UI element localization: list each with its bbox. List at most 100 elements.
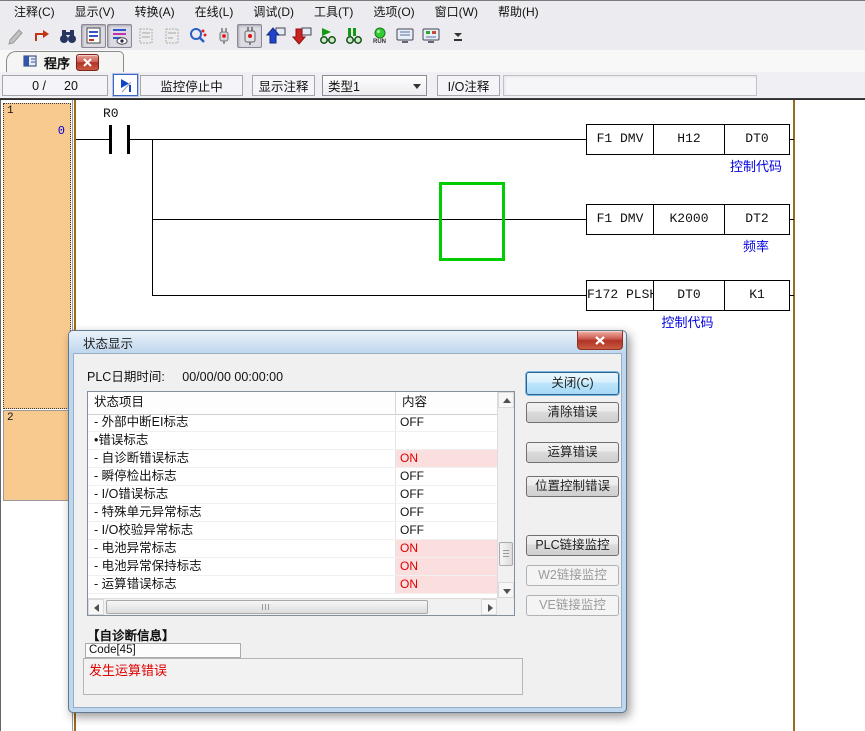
status-toolbar: 0 / 20 监控停止中 显示注释 类型1 I/O注释	[0, 72, 865, 99]
menu-item-1[interactable]: 注释(C)	[4, 1, 65, 22]
instruction-box-dmv-frequency[interactable]: F1 DMVK2000DT2	[586, 204, 790, 235]
status-table-row[interactable]: - 瞬停检出标志OFF	[88, 468, 497, 486]
diagnostic-message-field: 发生运算错误	[83, 658, 523, 695]
status-item-cell: •错误标志	[88, 432, 396, 449]
monitor-run-icon[interactable]	[315, 24, 340, 48]
menu-item-4[interactable]: 在线(L)	[185, 1, 244, 22]
wire	[152, 219, 586, 220]
vertical-scrollbar-thumb[interactable]	[499, 542, 513, 566]
tab-label: 程序	[44, 53, 70, 72]
status-table-row[interactable]: •错误标志	[88, 432, 497, 450]
scroll-right-icon[interactable]	[481, 599, 497, 615]
status-value-cell: OFF	[396, 504, 497, 521]
dialog-title: 状态显示	[83, 333, 133, 352]
status-table-header: 状态项目 内容	[88, 392, 514, 415]
jump-step-icon[interactable]	[29, 24, 54, 48]
close-button[interactable]: 关闭(C)	[526, 372, 619, 395]
horizontal-scrollbar[interactable]	[88, 598, 497, 615]
edit-disabled-icon	[3, 24, 28, 48]
instruction-cell[interactable]: DT2	[724, 205, 789, 234]
instruction-box-plsh[interactable]: F172 PLSHDT0K1	[586, 280, 790, 311]
menu-item-3[interactable]: 转换(A)	[125, 1, 185, 22]
monitor-settings-icon[interactable]	[185, 24, 210, 48]
toolbar-overflow-icon[interactable]	[445, 24, 470, 48]
toolbar: RUN	[0, 22, 865, 50]
horizontal-scrollbar-thumb[interactable]	[106, 600, 428, 614]
comment-type-select[interactable]: 类型1	[322, 75, 427, 96]
grid-disabled-icon-1	[133, 24, 158, 48]
clear-error-button[interactable]: 清除错误	[526, 402, 619, 423]
app-window: 注释(C)显示(V)转换(A)在线(L)调试(D)工具(T)选项(O)窗口(W)…	[0, 0, 865, 731]
online-plug-icon[interactable]	[237, 24, 262, 48]
status-item-cell: - 外部中断EI标志	[88, 414, 396, 431]
find-icon[interactable]	[55, 24, 80, 48]
plc-datetime-label: PLC日期时间:	[87, 370, 165, 384]
offline-plug-icon[interactable]	[211, 24, 236, 48]
tab-program[interactable]: 程序	[6, 51, 124, 72]
menu-item-2[interactable]: 显示(V)	[65, 1, 125, 22]
status-value-cell: OFF	[396, 486, 497, 503]
position-control-error-button[interactable]: 位置控制错误	[526, 476, 619, 497]
upload-from-plc-icon[interactable]	[263, 24, 288, 48]
status-value-cell: ON	[396, 450, 497, 467]
step-total: 20	[64, 79, 78, 93]
status-table-row[interactable]: - I/O错误标志OFF	[88, 486, 497, 504]
instruction-cell[interactable]: F172 PLSH	[587, 281, 653, 310]
menu-item-7[interactable]: 选项(O)	[363, 1, 424, 22]
scroll-up-icon[interactable]	[498, 392, 514, 408]
show-comment-button[interactable]: 显示注释	[252, 75, 315, 96]
instruction-cell[interactable]: F1 DMV	[587, 205, 653, 234]
menu-item-8[interactable]: 窗口(W)	[425, 1, 488, 22]
tab-close-button[interactable]	[76, 54, 99, 71]
scroll-left-icon[interactable]	[88, 599, 104, 615]
status-table-row[interactable]: - 自诊断错误标志ON	[88, 450, 497, 468]
status-value-cell: ON	[396, 576, 497, 593]
menu-item-9[interactable]: 帮助(H)	[488, 1, 549, 22]
dialog-titlebar[interactable]: 状态显示	[69, 331, 626, 353]
wire	[130, 139, 586, 140]
program-tab-icon	[23, 54, 38, 71]
instruction-cell[interactable]: K2000	[653, 205, 724, 234]
plc-datetime: PLC日期时间: 00/00/00 00:00:00	[87, 366, 283, 385]
instruction-cell[interactable]: DT0	[724, 125, 789, 154]
contact-bar-left	[109, 125, 112, 154]
instruction-cell[interactable]: H12	[653, 125, 724, 154]
wire-branch	[152, 139, 153, 296]
status-item-cell: - 运算错误标志	[88, 576, 396, 593]
status-table-row[interactable]: - I/O校验异常标志OFF	[88, 522, 497, 540]
instruction-cell[interactable]: K1	[724, 281, 789, 310]
menu-item-6[interactable]: 工具(T)	[304, 1, 363, 22]
monitor-toggle-button[interactable]	[113, 74, 138, 96]
status-table-row[interactable]: - 运算错误标志ON	[88, 576, 497, 594]
rung-margin-block-1[interactable]: 1 0	[3, 103, 71, 409]
status-table-row[interactable]: - 特殊单元异常标志OFF	[88, 504, 497, 522]
plc-link-monitor-button[interactable]: PLC链接监控	[526, 535, 619, 556]
status-value-cell: ON	[396, 540, 497, 557]
download-to-plc-icon[interactable]	[289, 24, 314, 48]
instruction-cell[interactable]: F1 DMV	[587, 125, 653, 154]
wire	[76, 139, 109, 140]
run-mode-icon[interactable]: RUN	[367, 24, 392, 48]
status-value-cell: OFF	[396, 522, 497, 539]
plc-datetime-value: 00/00/00 00:00:00	[182, 370, 283, 384]
dialog-close-button[interactable]	[577, 331, 623, 350]
edit-cursor[interactable]	[439, 182, 505, 261]
status-table-row[interactable]: - 外部中断EI标志OFF	[88, 414, 497, 432]
operation-error-button[interactable]: 运算错误	[526, 442, 619, 463]
menu-item-5[interactable]: 调试(D)	[243, 1, 304, 22]
rung-margin-block-2[interactable]: 2	[3, 410, 71, 501]
plc-status-window-icon[interactable]	[393, 24, 418, 48]
status-table-row[interactable]: - 电池异常标志ON	[88, 540, 497, 558]
contact-label[interactable]: R0	[103, 106, 119, 121]
scroll-down-icon[interactable]	[498, 582, 514, 598]
status-table-row[interactable]: - 电池异常保持标志ON	[88, 558, 497, 576]
comment-view-icon[interactable]	[107, 24, 132, 48]
instruction-cell[interactable]: DT0	[653, 281, 724, 310]
plc-status-window-2-icon[interactable]	[419, 24, 444, 48]
io-comment-button[interactable]: I/O注释	[437, 75, 500, 96]
status-value-cell	[396, 432, 497, 449]
monitor-pause-icon[interactable]	[341, 24, 366, 48]
vertical-scrollbar[interactable]	[497, 392, 514, 598]
ladder-view-icon[interactable]	[81, 24, 106, 48]
instruction-box-dmv-control[interactable]: F1 DMVH12DT0	[586, 124, 790, 155]
